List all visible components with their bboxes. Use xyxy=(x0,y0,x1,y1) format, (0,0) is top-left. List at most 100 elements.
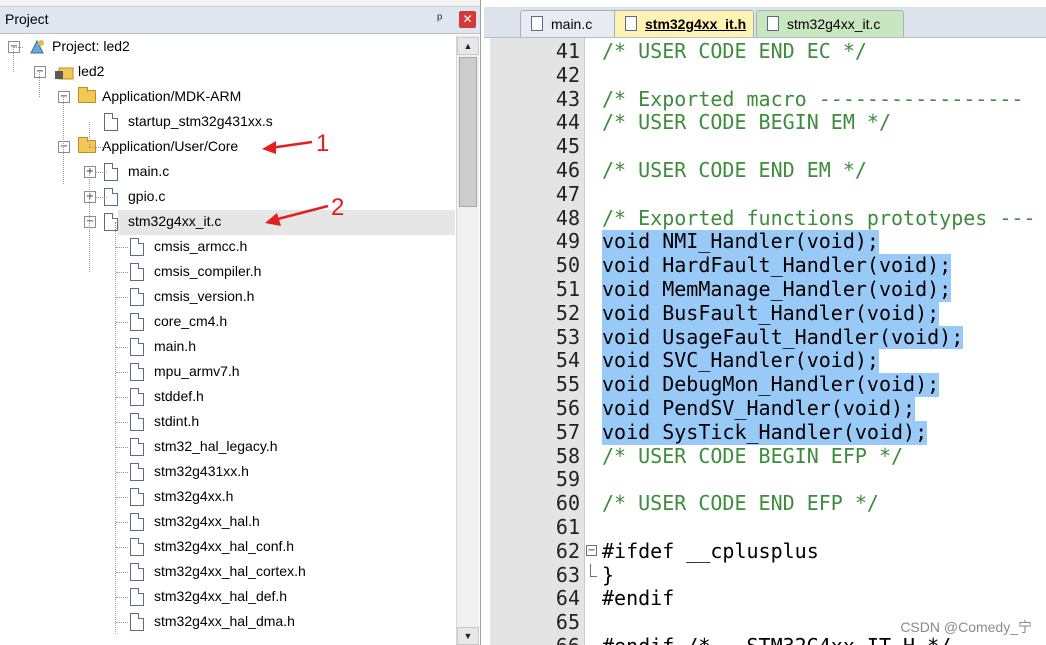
code-statement: void SysTick_Handler(void); xyxy=(602,419,928,445)
top-toolbar-strip xyxy=(0,0,480,7)
code-statement: } xyxy=(602,562,615,587)
tree-item[interactable]: stm32g431xx.h xyxy=(0,460,455,485)
collapse-icon[interactable]: − xyxy=(58,141,70,153)
file-icon xyxy=(130,588,144,606)
scroll-down-arrow-icon[interactable]: ▼ xyxy=(457,627,479,645)
tree-connector xyxy=(116,297,128,298)
tree-connector xyxy=(116,472,128,473)
target-icon xyxy=(54,63,74,81)
annotation-number-1: 1 xyxy=(316,130,330,157)
file-icon xyxy=(767,16,779,31)
tree-item[interactable]: stm32g4xx_hal_cortex.h xyxy=(0,560,455,585)
code-statement: void NMI_Handler(void); xyxy=(602,229,879,255)
tree-item-label: stm32g431xx.h xyxy=(154,463,249,479)
tree-item[interactable]: + gpio.c xyxy=(0,185,455,210)
tree-item[interactable]: stm32_hal_legacy.h xyxy=(0,435,455,460)
tree-item-label: startup_stm32g431xx.s xyxy=(128,113,273,129)
code-line: 58 /* USER CODE BEGIN EFP */ xyxy=(490,443,1046,469)
tree-item-label: stm32g4xx_hal_dma.h xyxy=(154,613,295,629)
tree-item[interactable]: stm32g4xx_hal_def.h xyxy=(0,585,455,610)
tree-connector xyxy=(116,622,128,623)
tree-scrollbar[interactable]: ▲ ▼ xyxy=(456,35,479,645)
code-line: 53 void UsageFault_Handler(void); xyxy=(490,325,1046,350)
line-number: 49 xyxy=(555,229,580,254)
file-icon xyxy=(104,113,118,131)
tree-item[interactable]: cmsis_version.h xyxy=(0,285,455,310)
file-icon xyxy=(130,488,144,506)
tree-item[interactable]: − led2 xyxy=(0,60,455,85)
tree-item-label: core_cm4.h xyxy=(154,313,228,329)
fold-collapse-icon[interactable]: − xyxy=(586,544,597,556)
code-preprocessor: #endif /* __STM32G4xx_IT_H */ xyxy=(602,634,951,645)
line-number: 63 xyxy=(555,562,580,587)
pin-icon[interactable]: ᵖ xyxy=(437,10,442,26)
code-line: 54 void SVC_Handler(void); xyxy=(490,348,1046,374)
line-number: 62 xyxy=(555,538,580,563)
code-line: 56 void PendSV_Handler(void); xyxy=(490,396,1046,421)
code-line: 42 xyxy=(490,63,1046,88)
annotation-number-2: 2 xyxy=(331,194,345,221)
tree-item[interactable]: stdint.h xyxy=(0,410,455,435)
tree-item[interactable]: stm32g4xx_hal.h xyxy=(0,510,455,535)
tab-stm32g4xx-it-c[interactable]: stm32g4xx_it.c xyxy=(756,10,904,37)
tree-connector xyxy=(116,522,128,523)
line-number: 52 xyxy=(555,300,580,325)
tree-item[interactable]: − stm32g4xx_it.c xyxy=(84,210,455,235)
panel-title: Project xyxy=(5,11,49,27)
file-icon xyxy=(130,563,144,581)
file-icon xyxy=(130,288,144,306)
code-line: 55 void DebugMon_Handler(void); xyxy=(490,372,1046,397)
tree-item[interactable]: − Application/MDK-ARM xyxy=(0,85,455,110)
line-number: 45 xyxy=(555,134,580,159)
tree-item[interactable]: core_cm4.h xyxy=(0,310,455,335)
tree-connector xyxy=(13,47,14,72)
line-number: 55 xyxy=(555,372,580,397)
tab-label: stm32g4xx_it.h xyxy=(645,16,747,32)
code-statement: void DebugMon_Handler(void); xyxy=(602,372,940,397)
tree-item[interactable]: − Project: led2 xyxy=(0,35,455,60)
tree-item[interactable]: startup_stm32g431xx.s xyxy=(0,110,455,135)
tree-item-label: gpio.c xyxy=(128,188,166,204)
code-line: 57 void SysTick_Handler(void); xyxy=(490,419,1046,445)
scroll-up-arrow-icon[interactable]: ▲ xyxy=(457,37,479,55)
line-number: 64 xyxy=(555,586,580,611)
collapse-icon[interactable]: − xyxy=(84,216,96,228)
tree-item[interactable]: stm32g4xx_hal_conf.h xyxy=(0,535,455,560)
file-icon xyxy=(130,413,144,431)
scroll-thumb[interactable] xyxy=(459,57,477,207)
line-number: 48 xyxy=(555,205,580,230)
collapse-icon[interactable]: − xyxy=(34,66,46,78)
file-icon xyxy=(130,613,144,631)
line-number: 65 xyxy=(555,610,580,635)
tree-item-label: stm32g4xx_hal_cortex.h xyxy=(154,563,306,579)
tree-connector xyxy=(116,597,128,598)
tree-connector xyxy=(116,272,128,273)
code-statement: void SVC_Handler(void); xyxy=(602,348,879,374)
tree-connector xyxy=(116,347,128,348)
tree-item[interactable]: main.h xyxy=(0,335,455,360)
tree-item[interactable]: stm32g4xx.h xyxy=(0,485,455,510)
tab-stm32g4xx-it-h[interactable]: stm32g4xx_it.h xyxy=(614,10,754,37)
line-number: 43 xyxy=(555,86,580,111)
tree-item-label: stm32g4xx.h xyxy=(154,488,234,504)
tree-item[interactable]: stddef.h xyxy=(0,385,455,410)
tree-item-label: stm32_hal_legacy.h xyxy=(154,438,278,454)
tree-connector xyxy=(116,497,128,498)
tree-item[interactable]: cmsis_armcc.h xyxy=(0,235,455,260)
tab-main-c[interactable]: main.c xyxy=(520,10,620,37)
tree-item[interactable]: + main.c xyxy=(0,160,455,185)
code-statement: void HardFault_Handler(void); xyxy=(602,253,952,278)
line-number: 58 xyxy=(555,443,580,468)
tree-item[interactable]: mpu_armv7.h xyxy=(0,360,455,385)
tree-item[interactable]: stm32g4xx_hal_dma.h xyxy=(0,610,455,635)
tab-label: stm32g4xx_it.c xyxy=(787,16,881,32)
tree-connector xyxy=(89,172,90,272)
code-text-area[interactable]: 41 /* USER CODE END EC */ 42 43 /* Exported … xyxy=(490,38,1046,645)
tree-connector xyxy=(116,372,128,373)
tree-item[interactable]: cmsis_compiler.h xyxy=(0,260,455,285)
tree-item[interactable]: − Application/User/Core xyxy=(0,135,455,160)
line-number: 59 xyxy=(555,467,580,492)
close-icon[interactable]: ✕ xyxy=(459,11,476,28)
tree-item-label: Application/MDK-ARM xyxy=(102,88,242,104)
collapse-icon[interactable]: − xyxy=(58,91,70,103)
